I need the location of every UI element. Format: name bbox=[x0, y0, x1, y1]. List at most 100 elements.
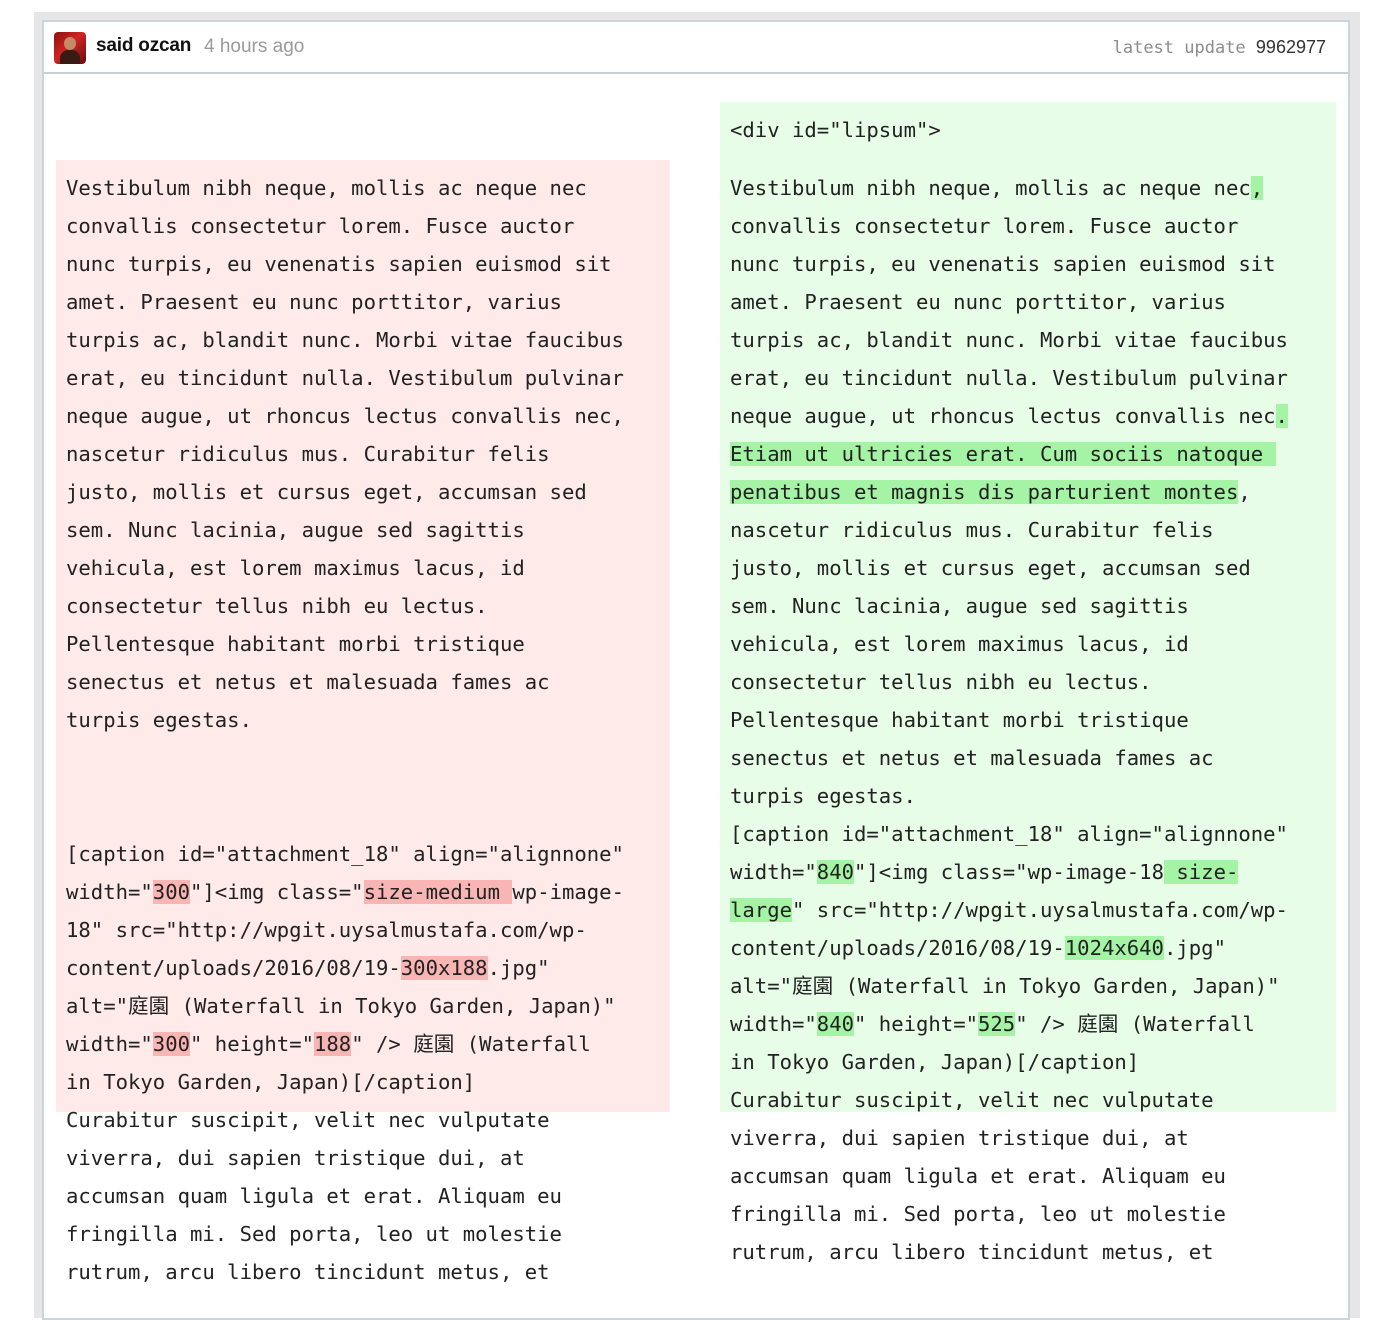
diff-line: <div id="lipsum"> bbox=[730, 111, 941, 149]
diff-line: consectetur tellus nibh eu lectus. bbox=[730, 663, 1152, 701]
diff-line: Curabitur suscipit, velit nec vulputate bbox=[66, 1101, 550, 1139]
diff-line: viverra, dui sapien tristique dui, at bbox=[66, 1139, 525, 1177]
diff-text: accumsan quam ligula et erat. Aliquam eu bbox=[730, 1164, 1226, 1188]
diff-line: content/uploads/2016/08/19-1024x640.jpg" bbox=[730, 929, 1226, 967]
diff-frame: said ozcan 4 hours ago latest update 996… bbox=[34, 12, 1360, 1320]
diff-line: erat, eu tincidunt nulla. Vestibulum pul… bbox=[730, 359, 1288, 397]
diff-line: rutrum, arcu libero tincidunt metus, et bbox=[730, 1233, 1214, 1271]
inserted-text: 525 bbox=[978, 1012, 1016, 1036]
diff-line: turpis egestas. bbox=[66, 701, 252, 739]
diff-text: amet. Praesent eu nunc porttitor, varius bbox=[66, 290, 562, 314]
user-avatar-icon[interactable] bbox=[54, 32, 86, 64]
diff-text: .jpg" bbox=[487, 956, 550, 980]
diff-text: , bbox=[1238, 480, 1251, 504]
deleted-text: 300 bbox=[152, 880, 190, 904]
commit-header: said ozcan 4 hours ago latest update 996… bbox=[44, 22, 1348, 74]
diff-text: Pellentesque habitant morbi tristique bbox=[730, 708, 1189, 732]
diff-text: turpis egestas. bbox=[66, 708, 252, 732]
inserted-text: 1024x640 bbox=[1064, 936, 1164, 960]
diff-text: Vestibulum nibh neque, mollis ac neque n… bbox=[66, 176, 587, 200]
diff-line: Vestibulum nibh neque, mollis ac neque n… bbox=[730, 169, 1264, 207]
diff-line: justo, mollis et cursus eget, accumsan s… bbox=[66, 473, 587, 511]
diff-text: fringilla mi. Sed porta, leo ut molestie bbox=[730, 1202, 1226, 1226]
diff-line: amet. Praesent eu nunc porttitor, varius bbox=[66, 283, 562, 321]
diff-text: Pellentesque habitant morbi tristique bbox=[66, 632, 525, 656]
inserted-text: . bbox=[1275, 404, 1288, 428]
diff-line: Curabitur suscipit, velit nec vulputate bbox=[730, 1081, 1214, 1119]
diff-text: senectus et netus et malesuada fames ac bbox=[66, 670, 550, 694]
diff-text: <div id="lipsum"> bbox=[730, 118, 941, 142]
diff-text: justo, mollis et cursus eget, accumsan s… bbox=[730, 556, 1251, 580]
diff-text: Vestibulum nibh neque, mollis ac neque n… bbox=[730, 176, 1251, 200]
diff-line: width="300"]<img class="size-medium wp-i… bbox=[66, 873, 624, 911]
diff-text: convallis consectetur lorem. Fusce aucto… bbox=[730, 214, 1239, 238]
update-label: latest update bbox=[1112, 38, 1246, 58]
diff-text: turpis ac, blandit nunc. Morbi vitae fau… bbox=[730, 328, 1288, 352]
diff-text: vehicula, est lorem maximus lacus, id bbox=[730, 632, 1189, 656]
diff-panel: said ozcan 4 hours ago latest update 996… bbox=[42, 20, 1350, 1320]
inserted-text: Etiam ut ultricies erat. Cum sociis nato… bbox=[730, 442, 1276, 466]
diff-text: neque augue, ut rhoncus lectus convallis… bbox=[730, 404, 1276, 428]
diff-text: width=" bbox=[66, 880, 153, 904]
author-name[interactable]: said ozcan bbox=[96, 35, 191, 57]
update-hash[interactable]: 9962977 bbox=[1256, 37, 1326, 57]
diff-text: content/uploads/2016/08/19- bbox=[66, 956, 401, 980]
diff-line: neque augue, ut rhoncus lectus convallis… bbox=[730, 397, 1288, 435]
diff-line: turpis ac, blandit nunc. Morbi vitae fau… bbox=[66, 321, 624, 359]
diff-line: senectus et netus et malesuada fames ac bbox=[66, 663, 550, 701]
deleted-text: 300x188 bbox=[400, 956, 488, 980]
diff-line: [caption id="attachment_18" align="align… bbox=[66, 835, 624, 873]
diff-text: in Tokyo Garden, Japan)[/caption] bbox=[66, 1070, 476, 1094]
diff-text: sem. Nunc lacinia, augue sed sagittis bbox=[730, 594, 1189, 618]
diff-text: wp-image- bbox=[512, 880, 624, 904]
diff-text: nunc turpis, eu venenatis sapien euismod… bbox=[730, 252, 1276, 276]
diff-line: Pellentesque habitant morbi tristique bbox=[730, 701, 1189, 739]
diff-text: in Tokyo Garden, Japan)[/caption] bbox=[730, 1050, 1140, 1074]
diff-line: in Tokyo Garden, Japan)[/caption] bbox=[730, 1043, 1139, 1081]
diff-line: width="840" height="525" /> 庭園 (Waterfal… bbox=[730, 1005, 1255, 1043]
diff-text: erat, eu tincidunt nulla. Vestibulum pul… bbox=[66, 366, 624, 390]
diff-text: [caption id="attachment_18" align="align… bbox=[66, 842, 624, 866]
diff-text: justo, mollis et cursus eget, accumsan s… bbox=[66, 480, 587, 504]
diff-line: 18" src="http://wpgit.uysalmustafa.com/w… bbox=[66, 911, 587, 949]
diff-text: alt="庭園 (Waterfall in Tokyo Garden, Japa… bbox=[66, 994, 616, 1018]
diff-text: rutrum, arcu libero tincidunt metus, et bbox=[730, 1240, 1214, 1264]
diff-line: rutrum, arcu libero tincidunt metus, et bbox=[66, 1253, 550, 1291]
diff-line: nunc turpis, eu venenatis sapien euismod… bbox=[66, 245, 612, 283]
diff-text: width=" bbox=[730, 1012, 817, 1036]
diff-line: alt="庭園 (Waterfall in Tokyo Garden, Japa… bbox=[730, 967, 1280, 1005]
diff-text: Curabitur suscipit, velit nec vulputate bbox=[66, 1108, 550, 1132]
diff-line: in Tokyo Garden, Japan)[/caption] bbox=[66, 1063, 475, 1101]
diff-text: width=" bbox=[66, 1032, 153, 1056]
diff-text: consectetur tellus nibh eu lectus. bbox=[730, 670, 1152, 694]
diff-line: Etiam ut ultricies erat. Cum sociis nato… bbox=[730, 435, 1276, 473]
diff-line: Pellentesque habitant morbi tristique bbox=[66, 625, 525, 663]
deleted-text: 300 bbox=[152, 1032, 190, 1056]
deleted-text: 188 bbox=[314, 1032, 352, 1056]
diff-text: rutrum, arcu libero tincidunt metus, et bbox=[66, 1260, 550, 1284]
diff-text: " height=" bbox=[854, 1012, 978, 1036]
diff-text: convallis consectetur lorem. Fusce aucto… bbox=[66, 214, 575, 238]
latest-update: latest update 9962977 bbox=[1113, 37, 1326, 58]
diff-text: turpis egestas. bbox=[730, 784, 916, 808]
diff-line: content/uploads/2016/08/19-300x188.jpg" bbox=[66, 949, 550, 987]
inserted-text: , bbox=[1250, 176, 1264, 200]
diff-line: [caption id="attachment_18" align="align… bbox=[730, 815, 1288, 853]
avatar-head bbox=[64, 37, 76, 50]
diff-text: sem. Nunc lacinia, augue sed sagittis bbox=[66, 518, 525, 542]
diff-line: convallis consectetur lorem. Fusce aucto… bbox=[730, 207, 1238, 245]
deleted-text: size-medium bbox=[363, 880, 513, 904]
diff-line: Vestibulum nibh neque, mollis ac neque n… bbox=[66, 169, 587, 207]
diff-line: large" src="http://wpgit.uysalmustafa.co… bbox=[730, 891, 1288, 929]
diff-text: "]<img class=" bbox=[190, 880, 364, 904]
diff-text: amet. Praesent eu nunc porttitor, varius bbox=[730, 290, 1226, 314]
diff-text: " src="http://wpgit.uysalmustafa.com/wp- bbox=[792, 898, 1288, 922]
diff-line: amet. Praesent eu nunc porttitor, varius bbox=[730, 283, 1226, 321]
diff-line: nascetur ridiculus mus. Curabitur felis bbox=[730, 511, 1214, 549]
diff-line: turpis ac, blandit nunc. Morbi vitae fau… bbox=[730, 321, 1288, 359]
avatar-body bbox=[60, 50, 80, 64]
diff-line: justo, mollis et cursus eget, accumsan s… bbox=[730, 549, 1251, 587]
diff-line: penatibus et magnis dis parturient monte… bbox=[730, 473, 1251, 511]
diff-text: Curabitur suscipit, velit nec vulputate bbox=[730, 1088, 1214, 1112]
diff-right-column: <div id="lipsum"> Vestibulum nibh neque, … bbox=[720, 74, 1336, 1264]
